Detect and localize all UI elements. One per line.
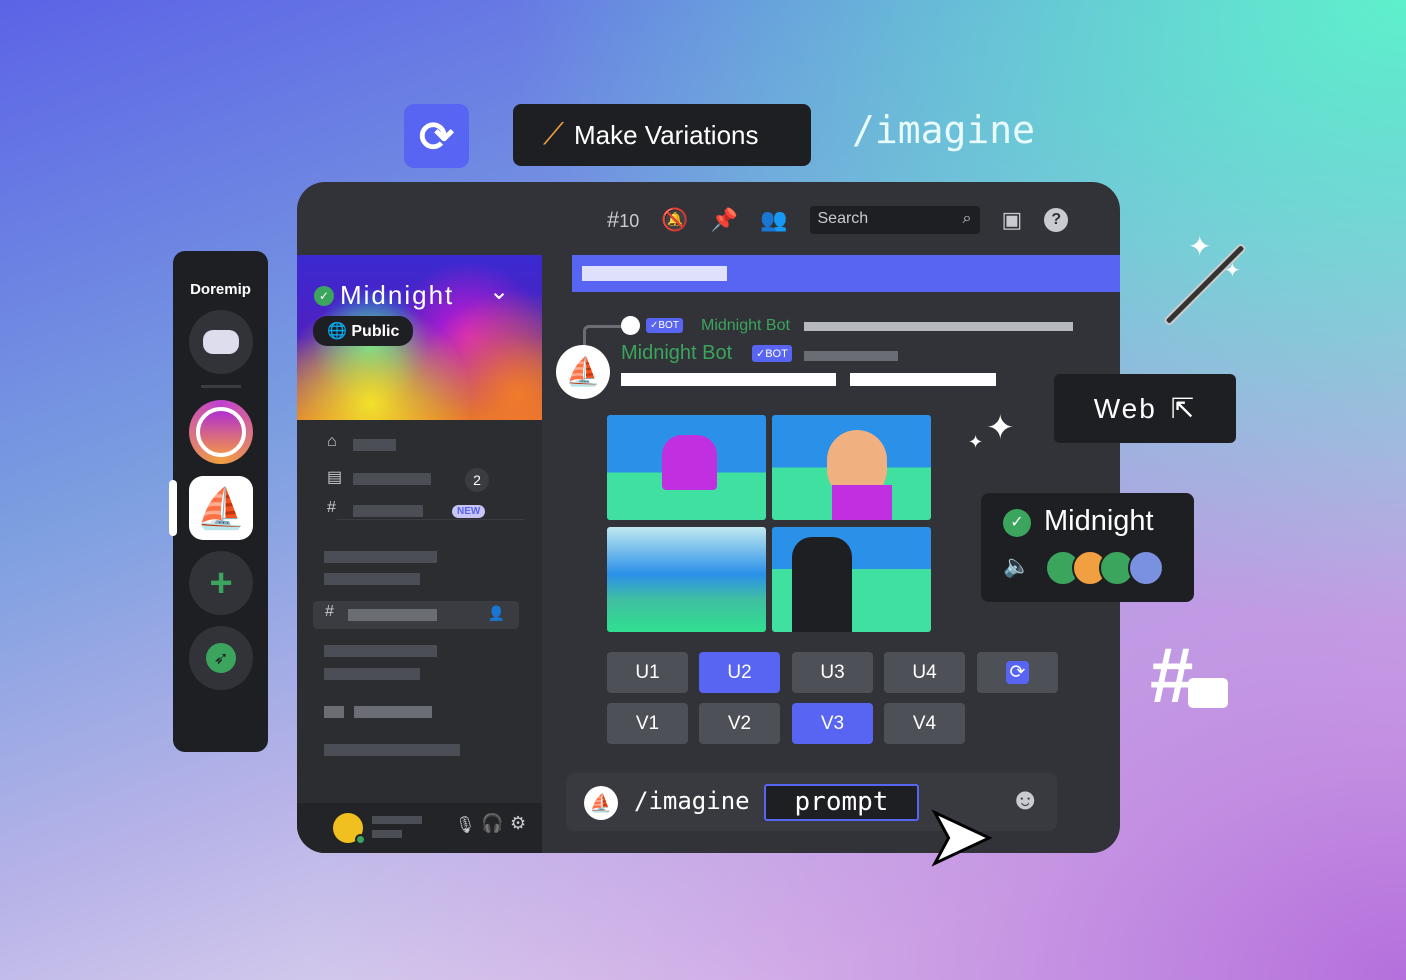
generated-image-2[interactable]	[772, 415, 931, 520]
threads-icon: #	[1150, 630, 1228, 721]
variation-v2-button[interactable]: V2	[699, 703, 780, 744]
server-card: ✓ Midnight 🔈	[981, 493, 1194, 602]
threads-icon[interactable]: #10	[607, 207, 639, 233]
sailboat-server-icon[interactable]: ⛵	[189, 476, 253, 540]
magic-wand-icon: ⟋	[543, 118, 564, 151]
new-badge: NEW	[452, 505, 486, 518]
cursor-pointer-icon: ➤	[924, 791, 994, 880]
public-badge: 🌐 Public	[313, 316, 414, 346]
headphones-icon[interactable]: 🎧	[481, 813, 503, 834]
inbox-icon[interactable]: ▣	[1002, 207, 1023, 233]
search-icon: ⌕	[962, 210, 972, 227]
refresh-icon[interactable]: ⟳	[404, 104, 469, 168]
help-icon[interactable]: ?	[1044, 208, 1069, 232]
gradient-server-icon[interactable]	[189, 400, 253, 464]
generated-image-4[interactable]	[772, 527, 931, 632]
selected-channel[interactable]: # 👤	[313, 601, 519, 629]
microphone-icon[interactable]: 🎙	[455, 815, 475, 835]
channel-toolbar: #10 🔕 📌 👥 Search ⌕ ▣ ?	[607, 206, 1069, 234]
bot-avatar-small: ⛵	[584, 786, 618, 820]
reroll-button[interactable]: ⟳	[977, 652, 1058, 693]
server-name: Midnight	[340, 280, 455, 310]
refresh-icon: ⟳	[1005, 661, 1030, 684]
command-text: /imagine	[634, 787, 750, 815]
generated-image-1[interactable]	[607, 415, 766, 520]
add-server-icon[interactable]: +	[189, 551, 253, 615]
verified-icon: ✓	[1003, 509, 1031, 537]
settings-gear-icon[interactable]: ⚙	[510, 813, 526, 834]
mute-bell-icon[interactable]: 🔕	[661, 207, 688, 233]
upscale-u1-button[interactable]: U1	[607, 652, 688, 693]
upscale-u3-button[interactable]: U3	[792, 652, 873, 693]
emoji-icon[interactable]: ☻	[1009, 783, 1041, 817]
imagine-command-label: /imagine	[852, 108, 1036, 152]
web-button[interactable]: Web ⇱	[1054, 374, 1236, 443]
pin-icon[interactable]: 📌	[711, 207, 738, 233]
bot-badge: ✓BOT	[752, 345, 792, 362]
verified-icon: ✓	[314, 285, 334, 306]
upscale-u2-button[interactable]: U2	[699, 652, 780, 693]
bot-avatar[interactable]: ⛵	[556, 345, 610, 399]
channel-banner	[572, 255, 1120, 292]
member-avatar	[1128, 550, 1164, 586]
events-count-badge: 2	[465, 468, 489, 492]
prompt-field[interactable]: prompt	[764, 784, 919, 821]
channel-sidebar: ✓ Midnight ⌄ 🌐 Public ⌂ ▤ 2 # NEW # 👤 🎙 🎧…	[297, 255, 542, 853]
server-list-title: Doremip	[190, 281, 251, 298]
chevron-down-icon[interactable]: ⌄	[489, 277, 509, 306]
make-variations-button[interactable]: ⟋ Make Variations	[513, 104, 811, 166]
card-server-name: Midnight	[1044, 505, 1154, 537]
search-input[interactable]: Search ⌕	[809, 206, 980, 234]
user-panel: 🎙 🎧 ⚙	[297, 803, 542, 853]
server-list: Doremip ⛵ + ➶	[169, 251, 268, 752]
server-banner: ✓ Midnight ⌄ 🌐 Public	[297, 255, 542, 420]
speaker-icon: 🔈	[1003, 553, 1031, 578]
variation-v3-button[interactable]: V3	[792, 703, 873, 744]
variation-v4-button[interactable]: V4	[884, 703, 965, 744]
home-icon[interactable]: ⌂	[327, 433, 337, 451]
message-author[interactable]: Midnight Bot	[621, 342, 732, 365]
discord-home-icon[interactable]	[189, 310, 253, 374]
reply-author: Midnight Bot	[701, 317, 790, 334]
calendar-icon[interactable]: ▤	[327, 467, 342, 487]
external-link-icon: ⇱	[1170, 393, 1197, 424]
explore-compass-icon[interactable]: ➶	[189, 626, 253, 690]
members-icon[interactable]: 👥	[760, 207, 787, 233]
upscale-u4-button[interactable]: U4	[884, 652, 965, 693]
generated-image-3[interactable]	[607, 527, 766, 632]
add-member-icon[interactable]: 👤	[488, 605, 505, 622]
browse-channels-icon[interactable]: #	[327, 499, 336, 517]
bot-badge: ✓BOT	[646, 318, 683, 333]
variation-v1-button[interactable]: V1	[607, 703, 688, 744]
